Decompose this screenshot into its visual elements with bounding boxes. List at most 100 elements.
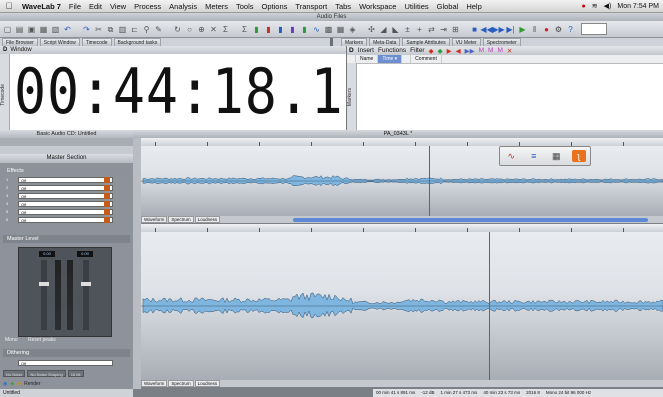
tab-spectrometer[interactable]: Spectrometer	[482, 38, 521, 46]
menu-help[interactable]: Help	[462, 2, 485, 11]
status-length[interactable]: 40 min 23 s 73 ms	[483, 389, 520, 397]
plus-icon[interactable]: +	[414, 24, 425, 35]
record-icon[interactable]: ●	[541, 24, 552, 35]
markers-functions-menu[interactable]: Functions	[378, 47, 406, 54]
fader-handle[interactable]	[39, 282, 49, 286]
menu-file[interactable]: File	[65, 2, 85, 11]
gain-icon[interactable]: ±	[402, 24, 413, 35]
tab-spectrum-main[interactable]: Spectrum	[168, 380, 194, 387]
zoom-icon[interactable]: ⚲	[141, 24, 152, 35]
menu-transport[interactable]: Transport	[291, 2, 331, 11]
volume-icon[interactable]: ◀)	[604, 2, 612, 10]
bypass-icon[interactable]: ◆	[17, 381, 21, 387]
noise-shaping-select[interactable]: No Noise Shaping	[27, 370, 66, 377]
status-format[interactable]: Mono 24 bit 96 000 Hz	[546, 389, 591, 397]
tab-file-browser[interactable]: File Browser	[2, 38, 38, 46]
apple-menu-icon[interactable]: 	[0, 1, 18, 11]
trim-icon[interactable]: ⊏	[129, 24, 140, 35]
rename-icon[interactable]: ▧	[50, 24, 61, 35]
tab-markers[interactable]: Markers	[341, 38, 368, 46]
paste-icon[interactable]: ▥	[117, 24, 128, 35]
gain-right-field[interactable]: 0.00	[77, 251, 93, 257]
eq-plugin-icon[interactable]: ≡	[527, 150, 541, 162]
menu-meters[interactable]: Meters	[201, 2, 232, 11]
effect-slot[interactable]: Off	[18, 217, 113, 223]
save-all-icon[interactable]: ▦	[38, 24, 49, 35]
marker-type-icon[interactable]: ◀	[456, 47, 461, 55]
status-selection[interactable]: 1 min 27 s 473 ms	[441, 389, 478, 397]
marker-type-icon[interactable]: M	[488, 47, 493, 54]
marker-type-icon[interactable]: ▶▶	[465, 47, 475, 55]
menu-utilities[interactable]: Utilities	[400, 2, 432, 11]
dithering-header[interactable]: Dithering	[3, 349, 130, 357]
menu-app[interactable]: WaveLab 7	[18, 2, 65, 11]
end-icon[interactable]: ▶|	[505, 24, 516, 35]
fader-handle[interactable]	[81, 282, 91, 286]
bit-depth-select[interactable]: 16 bit	[67, 370, 84, 377]
rss-plugin-icon[interactable]: ʅ	[571, 150, 586, 162]
tab-waveform-main[interactable]: Waveform	[141, 380, 168, 387]
panel-menu-icon[interactable]: D	[0, 47, 10, 53]
gain-left-field[interactable]: 0.00	[39, 251, 55, 257]
slot-bypass-icon[interactable]	[104, 185, 110, 191]
play-icon[interactable]: ▶	[517, 24, 528, 35]
menu-tabs[interactable]: Tabs	[331, 2, 355, 11]
crossfade-icon[interactable]: ✣	[366, 24, 377, 35]
sigma-icon[interactable]: Σ	[220, 24, 231, 35]
reset-peaks-button[interactable]: Reset peaks	[28, 337, 56, 343]
menu-workspace[interactable]: Workspace	[355, 2, 400, 11]
left-fader[interactable]	[39, 260, 49, 330]
dither-slot[interactable]: Off	[18, 360, 113, 366]
phase-icon[interactable]: ▮	[287, 24, 298, 35]
wave-icon[interactable]: ∿	[311, 24, 322, 35]
slot-bypass-icon[interactable]	[104, 177, 110, 183]
tab-spectrum-overview[interactable]: Spectrum	[168, 216, 194, 223]
marker-type-icon[interactable]: ◆	[438, 47, 443, 55]
cut-icon[interactable]: ✂	[93, 24, 104, 35]
tab-meta-data[interactable]: Meta-Data	[369, 38, 401, 46]
play-region-icon[interactable]: ○	[184, 24, 195, 35]
meter-icon[interactable]: ▮	[251, 24, 262, 35]
mix-icon[interactable]: ✕	[208, 24, 219, 35]
marker-type-icon[interactable]: ▶	[447, 47, 452, 55]
menu-tools[interactable]: Tools	[232, 2, 258, 11]
preset-select[interactable]	[581, 23, 607, 35]
column-name[interactable]: Name	[356, 55, 379, 63]
bitmeter-icon[interactable]: ▦	[335, 24, 346, 35]
slot-bypass-icon[interactable]	[104, 201, 110, 207]
markers-insert-menu[interactable]: Insert	[358, 47, 374, 54]
tab-vu-meter[interactable]: VU Meter	[451, 38, 481, 46]
menu-analysis[interactable]: Analysis	[165, 2, 201, 11]
record-status-icon[interactable]: ●	[582, 3, 586, 10]
settings-icon[interactable]: ⚙	[553, 24, 564, 35]
oscillo-icon[interactable]: ◈	[347, 24, 358, 35]
waveform-plugin-icon[interactable]: ∿	[504, 150, 518, 162]
status-level[interactable]: -12 dB	[421, 389, 434, 397]
effects-header[interactable]: Effects	[3, 167, 130, 175]
reverse-icon[interactable]: ⇄	[426, 24, 437, 35]
panel-menu-icon[interactable]: D	[349, 47, 354, 54]
effect-slot[interactable]: Off	[18, 193, 113, 199]
undo-icon[interactable]: ↶	[62, 24, 73, 35]
sigma2-icon[interactable]: Σ	[239, 24, 250, 35]
save-icon[interactable]: ▣	[26, 24, 37, 35]
slot-bypass-icon[interactable]	[104, 217, 110, 223]
overview-scrollbar[interactable]	[293, 218, 648, 222]
help-icon[interactable]: ?	[565, 24, 576, 35]
insert-icon[interactable]: ⊞	[450, 24, 461, 35]
marker-type-icon[interactable]: ◆	[429, 47, 434, 55]
pencil-icon[interactable]: ✎	[153, 24, 164, 35]
open-icon[interactable]: ▤	[14, 24, 25, 35]
wifi-icon[interactable]: ≋	[592, 2, 598, 10]
close-icon[interactable]: ✕	[507, 47, 512, 55]
rewind-icon[interactable]: ◀◀	[480, 24, 492, 35]
tab-script-window[interactable]: Script Window	[39, 38, 80, 46]
tab-background-tasks[interactable]: Background tasks	[113, 38, 162, 46]
overview-play-cursor[interactable]	[429, 146, 430, 216]
tab-sample-attributes[interactable]: Sample Attributes	[402, 38, 450, 46]
spectro-icon[interactable]: ▩	[323, 24, 334, 35]
spectrum-icon[interactable]: ▮	[275, 24, 286, 35]
stop-icon[interactable]: ■	[469, 24, 480, 35]
panorama-icon[interactable]: ▮	[299, 24, 310, 35]
ffwd-icon[interactable]: ▶▶	[492, 24, 504, 35]
